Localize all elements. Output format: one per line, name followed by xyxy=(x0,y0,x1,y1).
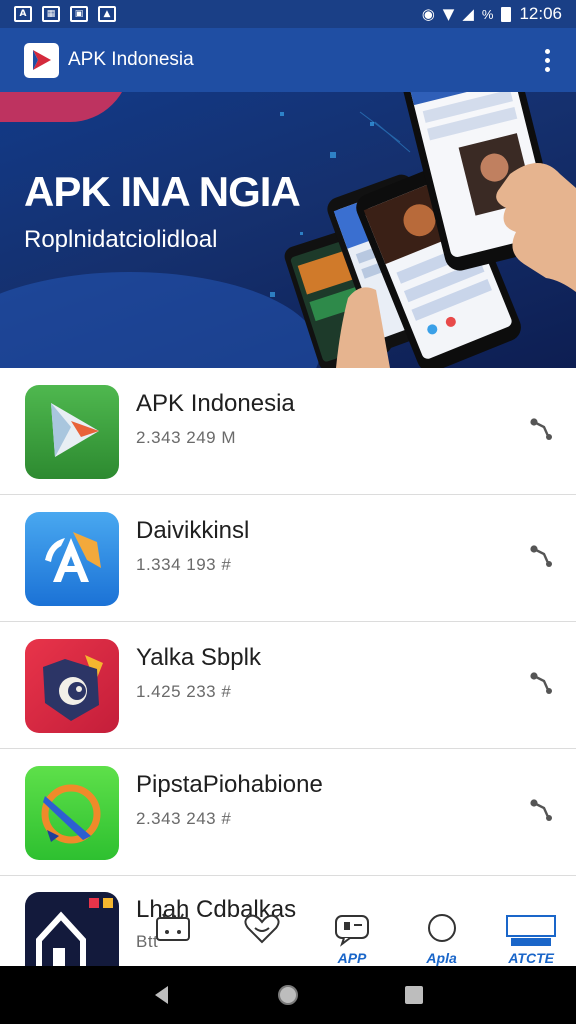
app-logo xyxy=(24,42,59,78)
app-bar: APK Indonesia xyxy=(0,28,576,92)
battery-percent: % xyxy=(481,6,494,22)
hero-banner[interactable]: APK INA NGIA Roplnidatciolidloal xyxy=(0,92,576,368)
location-icon: ◉ xyxy=(421,5,435,23)
chat-icon xyxy=(334,915,369,947)
app-name: Yalka Sbplk xyxy=(136,644,261,671)
app-list: APK Indonesia 2.343 249 M Daivikkinsl 1.… xyxy=(0,368,576,986)
signal-icon: ◢ xyxy=(462,5,474,23)
list-item[interactable]: PipstaPiohabione 2.343 243 # xyxy=(0,749,576,876)
list-item[interactable]: Yalka Sbplk 1.425 233 # xyxy=(0,622,576,749)
app-meta: 2.343 249 M xyxy=(136,428,237,447)
dock-item[interactable] xyxy=(143,908,203,968)
overflow-menu-icon[interactable] xyxy=(539,43,556,78)
system-navigation-bar xyxy=(0,966,576,1024)
status-time: 12:06 xyxy=(519,4,562,23)
circle-icon xyxy=(427,914,456,942)
dock-label: APP xyxy=(337,950,367,966)
app-meta: 1.425 233 # xyxy=(136,682,232,701)
green-arrow-app-icon xyxy=(25,385,119,479)
list-item[interactable]: APK Indonesia 2.343 249 M xyxy=(0,368,576,495)
recents-icon[interactable] xyxy=(403,984,425,1006)
banner-decoration xyxy=(0,92,130,122)
phones-illustration xyxy=(270,92,576,368)
green-brush-app-icon xyxy=(25,766,119,860)
banner-subheadline: Roplnidatciolidloal xyxy=(24,226,218,253)
dock-label: Apla xyxy=(426,950,457,966)
dock-label: ATCTE xyxy=(508,950,554,966)
dock-item[interactable] xyxy=(232,908,292,968)
share-icon[interactable] xyxy=(526,793,556,823)
app-title: APK Indonesia xyxy=(68,49,194,70)
badge-icon xyxy=(506,915,557,946)
home-icon[interactable] xyxy=(276,983,300,1007)
app-name: PipstaPiohabione xyxy=(136,771,323,798)
share-icon[interactable] xyxy=(526,666,556,696)
notification-icon: ▣ xyxy=(70,6,88,22)
dock-item[interactable]: Apla xyxy=(412,908,472,968)
battery-icon xyxy=(501,6,512,22)
share-icon[interactable] xyxy=(526,539,556,569)
share-icon[interactable] xyxy=(526,412,556,442)
blue-a-app-icon xyxy=(25,512,119,606)
dock-item[interactable]: ATCTE xyxy=(501,908,561,968)
notification-icon: ▦ xyxy=(42,6,60,22)
red-mask-app-icon xyxy=(25,639,119,733)
heart-icon xyxy=(244,914,280,944)
app-name: APK Indonesia xyxy=(136,390,295,417)
ticket-icon xyxy=(155,912,190,941)
banner-headline: APK INA NGIA xyxy=(24,168,301,215)
notification-icon: ▲ xyxy=(98,6,116,22)
back-icon[interactable] xyxy=(151,984,173,1006)
app-name: Daivikkinsl xyxy=(136,517,250,544)
app-meta: 2.343 243 # xyxy=(136,809,232,828)
app-meta: 1.334 193 # xyxy=(136,555,232,574)
status-bar: A ▦ ▣ ▲ ◉ ▼ ◢ % 12:06 xyxy=(0,0,576,28)
dock-item[interactable]: APP xyxy=(322,908,382,968)
notification-icon: A xyxy=(14,6,32,22)
bottom-shortcuts: APP Apla ATCTE xyxy=(128,908,576,968)
list-item[interactable]: Daivikkinsl 1.334 193 # xyxy=(0,495,576,622)
wifi-icon: ▼ xyxy=(442,5,455,23)
